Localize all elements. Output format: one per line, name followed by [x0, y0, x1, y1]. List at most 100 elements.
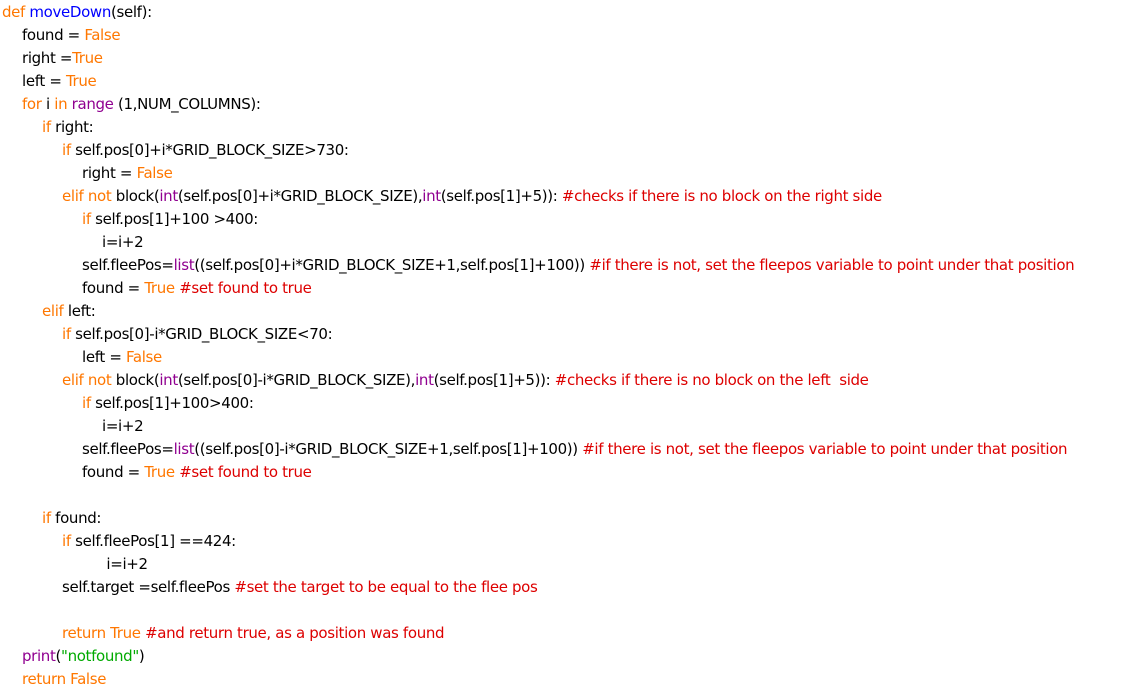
- code-token: if: [62, 532, 76, 550]
- code-token: def: [2, 3, 30, 21]
- code-token: right =: [22, 49, 73, 67]
- code-token: ((self.pos[0]-i*GRID_BLOCK_SIZE+1,self.p…: [194, 440, 583, 458]
- code-token: return False: [22, 670, 107, 688]
- code-token: False: [84, 26, 121, 44]
- code-token: (self.pos[0]+i*GRID_BLOCK_SIZE),: [177, 187, 423, 205]
- code-token: #if there is not, set the fleepos variab…: [582, 440, 1068, 458]
- code-token: for: [22, 95, 46, 113]
- code-token: i=i+2: [102, 233, 144, 251]
- code-token: int: [159, 371, 178, 389]
- code-token: self.pos[1]+100>400:: [95, 394, 254, 412]
- code-line: if right:: [2, 116, 1138, 139]
- code-token: block(: [115, 187, 160, 205]
- code-token: #checks if there is no block on the left…: [554, 371, 869, 389]
- code-token: (self):: [111, 3, 152, 21]
- code-line: i=i+2: [2, 553, 1138, 576]
- code-line: self.target =self.fleePos #set the targe…: [2, 576, 1138, 599]
- code-token: self.target =self.fleePos: [62, 578, 235, 596]
- code-line: i=i+2: [2, 231, 1138, 254]
- code-token: elif not: [62, 371, 116, 389]
- code-token: self.fleePos=: [82, 440, 174, 458]
- code-token: #set found to true: [179, 279, 312, 297]
- code-token: int: [159, 187, 178, 205]
- code-token: block(: [115, 371, 160, 389]
- code-line: right =True: [2, 47, 1138, 70]
- code-token: left:: [67, 302, 96, 320]
- code-token: if: [82, 394, 96, 412]
- code-token: if: [42, 509, 56, 527]
- code-token: True: [72, 49, 103, 67]
- code-token: if: [62, 325, 76, 343]
- code-token: in: [54, 95, 72, 113]
- code-token: print: [22, 647, 56, 665]
- code-line: return False: [2, 668, 1138, 691]
- code-token: #set found to true: [179, 463, 312, 481]
- code-token: self.pos[0]+i*GRID_BLOCK_SIZE>730:: [75, 141, 349, 159]
- code-token: self.fleePos=: [82, 256, 174, 274]
- code-line: if self.pos[1]+100>400:: [2, 392, 1138, 415]
- code-token: elif not: [62, 187, 116, 205]
- code-token: right:: [55, 118, 94, 136]
- code-token: i: [46, 95, 55, 113]
- code-token: left =: [82, 348, 126, 366]
- code-token: right =: [82, 164, 137, 182]
- code-token: list: [173, 440, 195, 458]
- code-line: if self.pos[0]-i*GRID_BLOCK_SIZE<70:: [2, 323, 1138, 346]
- code-token: elif: [42, 302, 68, 320]
- code-token: True: [144, 279, 180, 297]
- code-token: "notfound": [61, 647, 139, 665]
- code-token: range: [71, 95, 114, 113]
- code-line: if found:: [2, 507, 1138, 530]
- code-token: True: [65, 72, 97, 90]
- code-token: (self.pos[0]-i*GRID_BLOCK_SIZE),: [177, 371, 416, 389]
- code-token: if: [82, 210, 96, 228]
- code-token: i=i+2: [102, 417, 144, 435]
- code-token: found =: [82, 463, 145, 481]
- code-line: def moveDown(self):: [2, 1, 1138, 24]
- code-line: found = True #set found to true: [2, 277, 1138, 300]
- code-token: self.fleePos[1] ==424:: [75, 532, 236, 550]
- code-token: if: [62, 141, 76, 159]
- code-token: left =: [22, 72, 66, 90]
- code-line: if self.pos[1]+100 >400:: [2, 208, 1138, 231]
- code-token: False: [136, 164, 173, 182]
- code-token: (self.pos[1]+5)):: [433, 371, 555, 389]
- code-token: True: [144, 463, 180, 481]
- code-line: self.fleePos=list((self.pos[0]-i*GRID_BL…: [2, 438, 1138, 461]
- code-line: found = True #set found to true: [2, 461, 1138, 484]
- code-line: found = False: [2, 24, 1138, 47]
- code-token: list: [173, 256, 195, 274]
- code-line: self.fleePos=list((self.pos[0]+i*GRID_BL…: [2, 254, 1138, 277]
- code-line: print("notfound"): [2, 645, 1138, 668]
- code-token: found =: [22, 26, 85, 44]
- code-line: left = True: [2, 70, 1138, 93]
- code-line: elif not block(int(self.pos[0]-i*GRID_BL…: [2, 369, 1138, 392]
- code-token: self.pos[1]+100 >400:: [95, 210, 258, 228]
- code-line: left = False: [2, 346, 1138, 369]
- code-token: self.pos[0]-i*GRID_BLOCK_SIZE<70:: [75, 325, 333, 343]
- code-token: #checks if there is no block on the righ…: [561, 187, 882, 205]
- code-token: if: [42, 118, 56, 136]
- code-line: i=i+2: [2, 415, 1138, 438]
- code-line: if self.pos[0]+i*GRID_BLOCK_SIZE>730:: [2, 139, 1138, 162]
- code-line: elif not block(int(self.pos[0]+i*GRID_BL…: [2, 185, 1138, 208]
- code-token: (1,NUM_COLUMNS):: [113, 95, 261, 113]
- code-token: ): [138, 647, 145, 665]
- code-line: for i in range (1,NUM_COLUMNS):: [2, 93, 1138, 116]
- code-token: return True: [62, 624, 146, 642]
- code-token: ((self.pos[0]+i*GRID_BLOCK_SIZE+1,self.p…: [194, 256, 590, 274]
- code-editor[interactable]: def moveDown(self): found = False right =T…: [2, 1, 1138, 691]
- code-line: if self.fleePos[1] ==424:: [2, 530, 1138, 553]
- code-line: elif left:: [2, 300, 1138, 323]
- code-token: (self.pos[1]+5)):: [440, 187, 562, 205]
- code-token: int: [422, 187, 441, 205]
- code-line: return True #and return true, as a posit…: [2, 622, 1138, 645]
- code-token: found =: [82, 279, 145, 297]
- code-line: right = False: [2, 162, 1138, 185]
- code-token: #set the target to be equal to the flee …: [234, 578, 538, 596]
- code-token: int: [415, 371, 434, 389]
- code-token: False: [125, 348, 162, 366]
- code-token: #and return true, as a position was foun…: [145, 624, 445, 642]
